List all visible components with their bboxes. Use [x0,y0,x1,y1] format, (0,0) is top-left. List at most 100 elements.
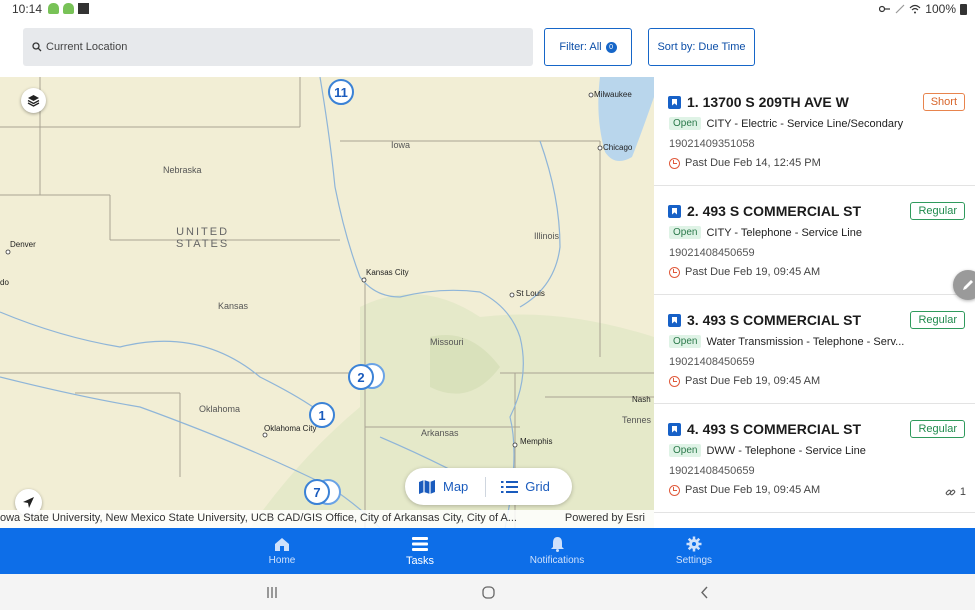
status-badge: Open [669,226,702,239]
bookmark-icon [668,95,681,109]
wifi-icon [909,4,921,14]
grid-view-option[interactable]: Grid [501,479,550,494]
task-due: Past Due Feb 14, 12:45 PM [685,157,821,169]
map-label-missouri: Missouri [430,337,464,347]
task-card[interactable]: 1. 13700 S 209TH AVE W Short Open CITY - … [654,77,975,186]
task-description: CITY - Electric - Service Line/Secondary [706,117,904,130]
task-title: 3. 493 S COMMERCIAL ST [687,312,862,328]
task-due: Past Due Feb 19, 09:45 AM [685,266,821,278]
gear-icon [686,536,702,552]
map-cluster-marker[interactable]: 7 [304,479,330,505]
map-label-illinois: Illinois [534,231,560,241]
android-icon-2 [63,3,74,14]
recents-icon[interactable] [266,587,278,598]
nav-tasks[interactable]: Tasks [370,528,470,574]
map-label-arkansas: Arkansas [421,428,459,438]
attribution-text: owa State University, New Mexico State U… [0,512,517,524]
battery-percent: 100% [925,2,956,16]
task-card[interactable]: 4. 493 S COMMERCIAL ST Regular Open DWW -… [654,404,975,513]
search-icon [32,42,42,52]
task-due: Past Due Feb 19, 09:45 AM [685,484,821,496]
grid-option-label: Grid [525,479,550,494]
task-title: 2. 493 S COMMERCIAL ST [687,203,862,219]
nav-tasks-label: Tasks [405,554,435,567]
list-icon [501,480,519,493]
task-type-badge: Regular [910,420,965,438]
layers-icon [27,95,40,107]
clock-icon [669,375,680,387]
filter-count-badge: 0 [605,41,617,53]
map-view[interactable]: Nebraska Iowa UNITED STATES Illinois Kans… [0,77,654,528]
home-icon [275,537,289,551]
bell-icon [550,537,564,552]
map-view-option[interactable]: Map [418,479,468,495]
navigation-arrow-icon [23,497,34,508]
filter-label: Filter: All [559,41,602,53]
task-type-badge: Regular [910,311,965,329]
link-count: 1 [959,486,966,498]
toggle-divider [485,476,487,497]
task-title: 4. 493 S COMMERCIAL ST [687,421,862,437]
key-icon [879,5,891,13]
map-attribution: owa State University, New Mexico State U… [0,510,654,528]
nav-notifications[interactable]: Notifications [507,528,607,574]
map-cluster-marker[interactable]: 1 [309,402,335,428]
bookmark-icon [668,204,681,218]
back-icon[interactable] [700,586,709,599]
task-number: 19021408450659 [669,465,755,477]
task-description: CITY - Telephone - Service Line [706,226,862,239]
nav-home[interactable]: Home [232,528,332,574]
powered-by-esri[interactable]: Powered by Esri [565,512,645,524]
task-number: 19021408450659 [669,356,755,368]
status-bar: 10:14 100% [0,0,975,18]
bookmark-icon [668,313,681,327]
task-type-badge: Short [922,93,965,111]
task-type-badge: Regular [910,202,965,220]
map-option-label: Map [443,479,469,494]
map-city-st-louis: St Louis [516,289,545,298]
task-number: 19021409351058 [669,138,755,150]
status-badge: Open [669,117,702,130]
map-label-iowa: Iowa [391,140,411,150]
status-badge: Open [669,335,702,348]
map-icon [419,479,435,494]
sort-label: Sort by: Due Time [657,41,746,53]
map-label-tennessee: Tennes [622,415,652,425]
top-bar: Current Location Filter: All 0 Sort by: … [0,18,975,77]
map-city-denver: Denver [10,240,36,249]
task-list: 1. 13700 S 209TH AVE W Short Open CITY - … [654,77,975,528]
status-badge: Open [669,444,702,457]
battery-icon [960,3,967,15]
layers-button[interactable] [21,88,46,113]
task-description: DWW - Telephone - Service Line [706,444,866,457]
edit-button[interactable] [953,270,975,300]
task-card[interactable]: 3. 493 S COMMERCIAL ST Regular Open Water… [654,295,975,404]
clock-time: 10:14 [12,2,43,16]
clock-icon [669,157,680,169]
map-label-oklahoma: Oklahoma [199,404,241,414]
no-sim-icon [895,4,905,14]
map-city-do: do [0,278,9,287]
filter-button[interactable]: Filter: All 0 [544,28,632,66]
android-icon [48,3,59,14]
task-number: 19021408450659 [669,247,755,259]
map-cluster-marker[interactable]: 2 [348,364,374,390]
map-label-nebraska: Nebraska [163,165,202,175]
clock-icon [669,484,680,496]
map-label-kansas: Kansas [218,301,249,311]
notification-square-icon [78,3,89,14]
search-input[interactable]: Current Location [23,28,533,66]
map-city-kansas-city: Kansas City [366,268,409,277]
nav-home-label: Home [268,554,296,566]
system-nav-bar [0,574,975,610]
clock-icon [669,266,680,278]
task-card[interactable]: 2. 493 S COMMERCIAL ST Regular Open CITY … [654,186,975,295]
task-title: 1. 13700 S 209TH AVE W [687,94,849,110]
link-icon [945,489,956,495]
nav-settings[interactable]: Settings [644,528,744,574]
pencil-icon [963,280,973,290]
home-circle-icon[interactable] [482,586,495,599]
map-cluster-marker[interactable]: 11 [328,79,354,105]
bookmark-icon [668,422,681,436]
sort-button[interactable]: Sort by: Due Time [648,28,755,66]
